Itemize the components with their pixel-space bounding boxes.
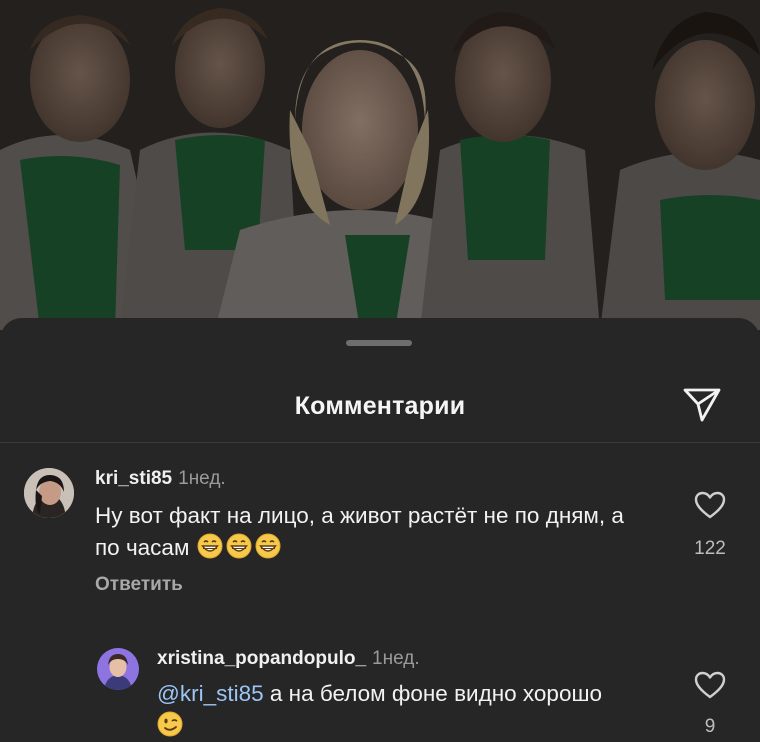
comment-text: Ну вот факт на лицо, а живот растёт не п… (95, 503, 624, 560)
video-background (0, 0, 760, 330)
grinning-face-emoji (197, 533, 223, 559)
like-button[interactable] (693, 670, 727, 700)
mention-link[interactable]: @kri_sti85 (157, 681, 264, 706)
comment-time: 1нед. (178, 468, 226, 489)
avatar[interactable] (24, 468, 74, 518)
comment-text: а на белом фоне видно хорошо (269, 681, 603, 706)
grinning-face-emoji (226, 533, 252, 559)
comment-meta: xristina_popandopulo_ 1нед. (157, 648, 420, 670)
comment-username[interactable]: xristina_popandopulo_ (157, 648, 366, 669)
video-frame-image (0, 0, 760, 330)
avatar-image (24, 468, 74, 518)
comment-time: 1нед. (372, 648, 420, 669)
share-button[interactable] (680, 384, 724, 424)
heart-outline-icon (694, 671, 726, 699)
avatar[interactable] (97, 648, 139, 690)
sheet-title: Комментарии (294, 392, 466, 420)
winking-face-emoji (157, 711, 183, 737)
comment-meta: kri_sti85 1нед. (95, 468, 226, 490)
avatar-image (97, 648, 139, 690)
drag-handle[interactable] (346, 340, 412, 346)
heart-outline-icon (694, 491, 726, 519)
comment-text-block: Ну вот факт на лицо, а живот растёт не п… (95, 500, 635, 564)
header-divider (0, 442, 760, 443)
grinning-face-emoji (255, 533, 281, 559)
comment-username[interactable]: kri_sti85 (95, 468, 172, 489)
comment-text-block: @kri_sti85 а на белом фоне видно хорошо (157, 678, 677, 742)
reply-button[interactable]: Ответить (95, 574, 183, 596)
like-button[interactable] (693, 490, 727, 520)
like-count: 122 (694, 538, 726, 559)
paper-plane-icon (683, 388, 721, 422)
like-count: 9 (704, 716, 716, 737)
comments-sheet: Комментарии kri_sti85 1нед. Ну вот факт н… (0, 318, 760, 742)
